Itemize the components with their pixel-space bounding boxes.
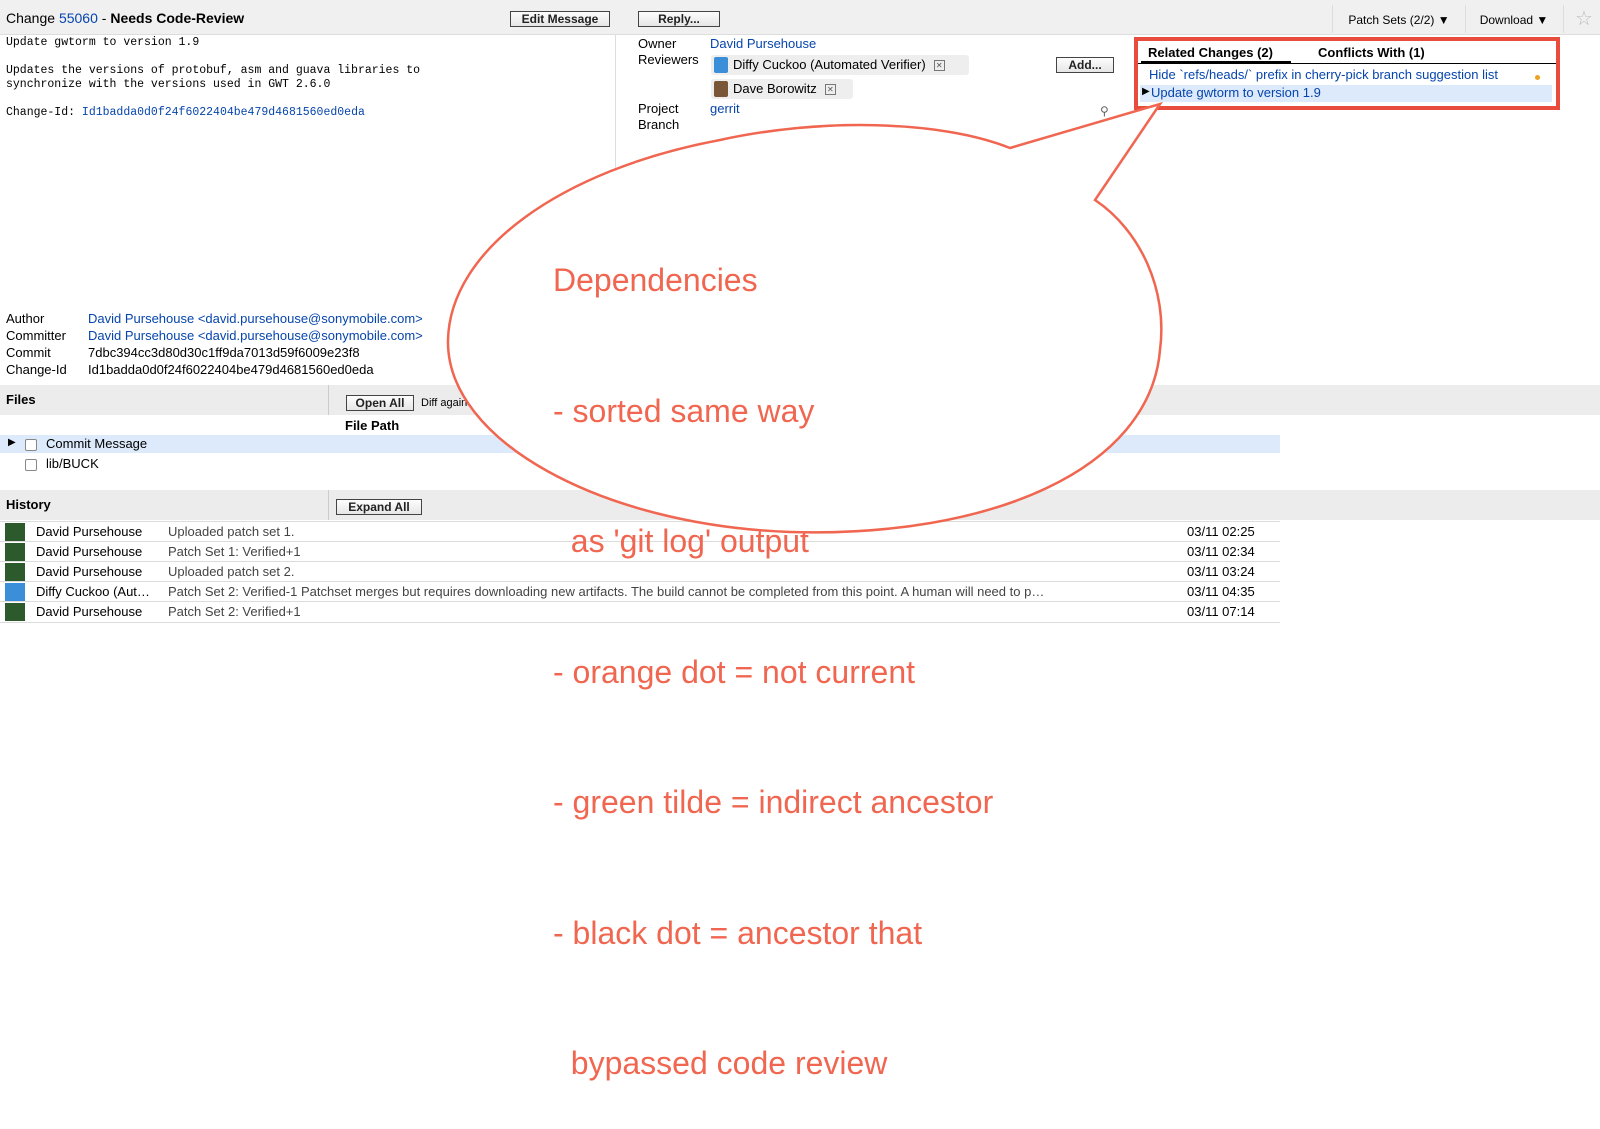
- callout-line: - sorted same way: [553, 392, 815, 429]
- callout-line: - green tilde = indirect ancestor: [553, 784, 994, 820]
- callout-line: - orange dot = not current: [553, 653, 915, 690]
- callout-text: Dependencies - sorted same way as 'git l…: [553, 172, 993, 1129]
- callout-line: bypassed code review: [553, 1045, 888, 1081]
- callout-line: - black dot = ancestor that: [553, 914, 923, 951]
- callout-line: Dependencies: [553, 262, 758, 298]
- callout-line: as 'git log' output: [553, 523, 809, 559]
